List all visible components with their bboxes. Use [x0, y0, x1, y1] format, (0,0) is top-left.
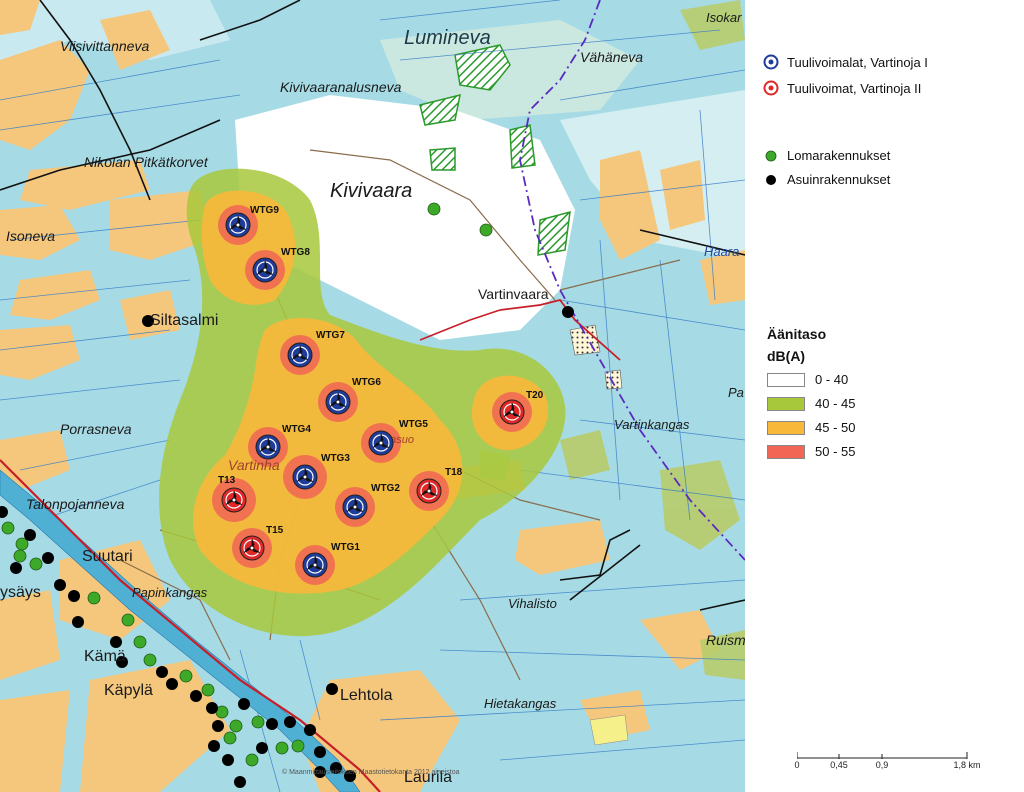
scale-tick: 0,45	[830, 760, 848, 770]
legend-range-45-50: 45 - 50	[767, 420, 855, 435]
legend-label: 50 - 55	[815, 444, 856, 459]
place-label: ysäys	[0, 584, 41, 601]
scale-tick: 1,8 km	[953, 760, 981, 770]
holiday-building-icon	[755, 150, 787, 162]
turbine-label: T20	[526, 390, 544, 401]
turbine-label: T15	[266, 525, 284, 536]
place-label: Kivivaara	[330, 180, 412, 202]
color-swatch	[767, 444, 805, 459]
place-label: Talonpojanneva	[26, 496, 125, 512]
turbine-label: WTG4	[282, 424, 311, 435]
place-label: Vartinvaara	[478, 286, 549, 302]
copyright-text: © Maanmittauslaitoksen Maastotietokanta …	[282, 768, 460, 776]
map[interactable]: Viisivittanneva Lumineva Vähäneva Isokar…	[0, 0, 745, 792]
place-label: Vähäneva	[580, 49, 643, 65]
legend-label: 0 - 40	[815, 372, 849, 387]
legend-holiday: Lomarakennukset	[755, 148, 890, 163]
color-swatch	[767, 372, 805, 387]
legend-label: Tuulivoimalat, Vartinoja I	[787, 54, 928, 70]
legend-unit: dB(A)	[767, 348, 806, 364]
legend-turbines-2: Tuulivoimat, Vartinoja II	[755, 80, 921, 96]
color-swatch	[767, 396, 805, 411]
scale-tick: 0	[794, 760, 800, 770]
legend-residential: Asuinrakennukset	[755, 172, 890, 187]
turbine-label: WTG9	[250, 205, 279, 216]
place-label: Hietakangas	[484, 696, 557, 711]
legend-label: 45 - 50	[815, 420, 856, 435]
place-label: Lehtola	[340, 687, 393, 704]
place-label: Pa	[728, 385, 744, 400]
place-label: Kivivaaranalusneva	[280, 79, 402, 95]
scale-tick: 0,9	[875, 760, 889, 770]
place-label: Nikolan Pitkätkorvet	[84, 154, 209, 170]
place-label: Viisivittanneva	[60, 38, 149, 54]
turbine-label: T18	[445, 467, 463, 478]
turbine-blue-icon	[755, 54, 787, 70]
place-label: Haara	[704, 244, 739, 259]
legend-range-0-40: 0 - 40	[767, 372, 848, 387]
place-label: Isokar	[706, 10, 742, 25]
legend: Tuulivoimalat, Vartinoja I Tuulivoimat, …	[745, 0, 1024, 792]
residential-building-icon	[755, 174, 787, 186]
legend-label: Asuinrakennukset	[787, 172, 891, 187]
place-label: Vartinkangas	[614, 417, 690, 432]
legend-turbines-1: Tuulivoimalat, Vartinoja I	[755, 54, 928, 70]
place-label: Kämä	[84, 648, 126, 665]
turbine-label: WTG1	[331, 542, 360, 553]
place-label: Siltasalmi	[150, 312, 218, 329]
place-label: Käpylä	[104, 682, 153, 699]
turbine-label: T13	[218, 475, 236, 486]
legend-label: 40 - 45	[815, 396, 856, 411]
turbine-label: WTG6	[352, 377, 381, 388]
turbine-label: WTG5	[399, 419, 428, 430]
legend-title: Äänitaso	[767, 326, 827, 342]
turbine-label: WTG7	[316, 330, 345, 341]
place-label: Isoneva	[6, 228, 55, 244]
place-label: Porrasneva	[60, 421, 132, 437]
place-label: Papinkangas	[132, 585, 208, 600]
place-label: Vihalisto	[508, 596, 557, 611]
legend-label: Lomarakennukset	[787, 148, 891, 163]
place-label: Vartinha	[228, 457, 280, 473]
turbine-label: WTG3	[321, 453, 350, 464]
place-label: Ruism	[706, 632, 745, 648]
turbine-red-icon	[755, 80, 787, 96]
place-label: Lumineva	[404, 27, 491, 49]
legend-label: Tuulivoimat, Vartinoja II	[787, 80, 922, 96]
turbine-label: WTG2	[371, 483, 400, 494]
color-swatch	[767, 420, 805, 435]
legend-range-50-55: 50 - 55	[767, 444, 855, 459]
place-label: Suutari	[82, 548, 133, 565]
turbine-label: WTG8	[281, 247, 310, 258]
legend-range-40-45: 40 - 45	[767, 396, 855, 411]
